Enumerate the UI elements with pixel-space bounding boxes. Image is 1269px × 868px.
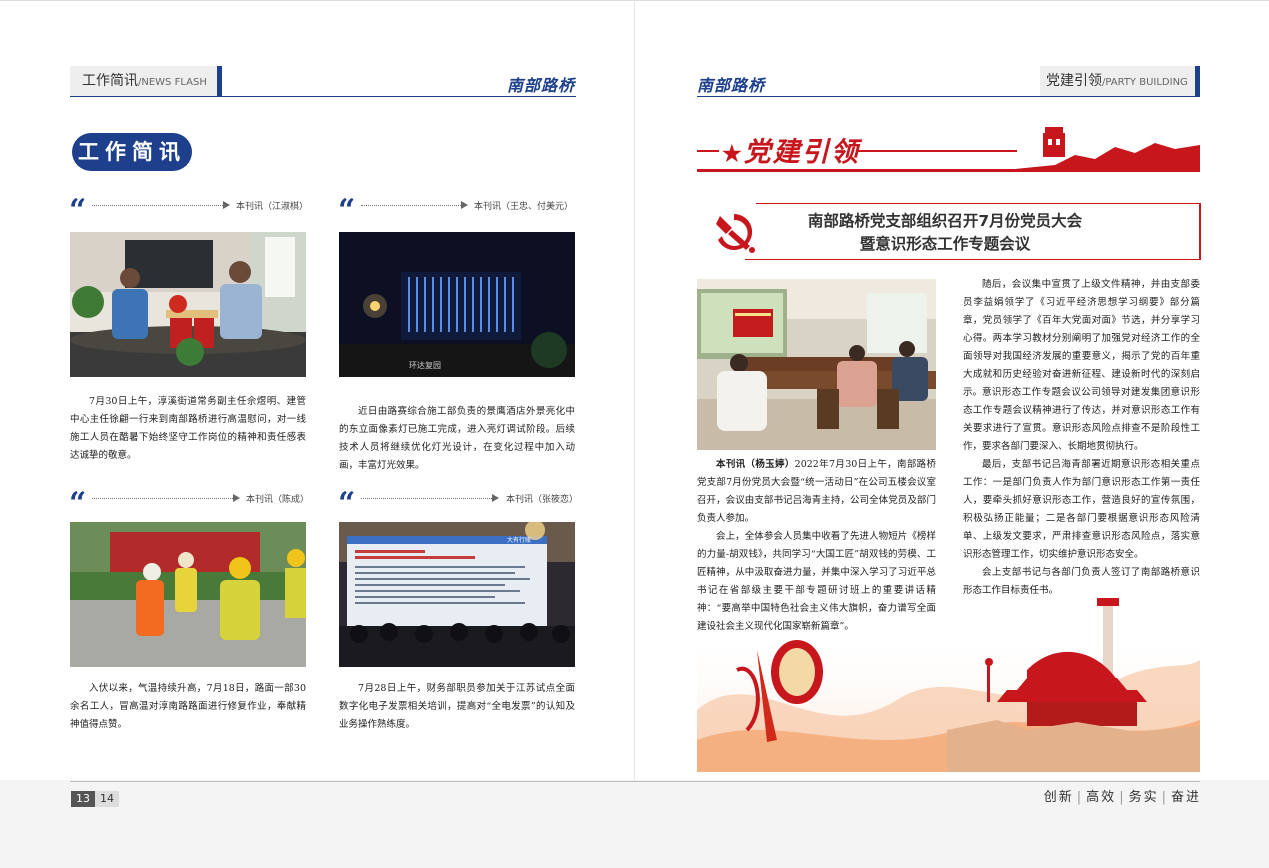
byline-arrow-icon — [461, 201, 468, 209]
news-text: 7月28日上午，财务部职员参加关于江苏试点全面数字化电子发票相关培训，提高对“全… — [339, 683, 575, 730]
slogan-word: 务实 — [1128, 790, 1159, 805]
news-byline: 本刊讯（陈成） — [246, 495, 310, 505]
headline-frame-bottom — [745, 259, 1200, 260]
party-banner-title: ★党建引领 — [722, 130, 860, 169]
page-number-right: 14 — [95, 791, 119, 807]
banner-underline — [697, 169, 1200, 172]
slogan-separator: | — [1119, 790, 1126, 805]
quote-mark-icon: “ — [338, 486, 356, 521]
article-paragraph: 本刊讯（杨玉婷）2022年7月30日上午，南部路桥党支部7月份党员大会暨“统一活… — [697, 456, 936, 528]
banner-line-left — [697, 150, 719, 152]
right-header-tab-cn: 党建引领 — [1046, 73, 1102, 89]
banner-line-right — [857, 150, 1017, 152]
party-emblem-icon — [712, 210, 756, 254]
party-decoration-illustration — [697, 590, 1200, 772]
slogan-word: 创新 — [1043, 790, 1074, 805]
right-header-tab: 党建引领/PARTY BUILDING — [1040, 66, 1200, 96]
news-photo-road-workers — [70, 522, 306, 667]
news-photo-lighting: 环达复园 — [339, 232, 575, 377]
great-wall-icon — [1015, 125, 1200, 171]
page-number-left: 13 — [71, 791, 95, 807]
byline-dotted-rule — [361, 205, 461, 206]
slogan-separator: | — [1076, 790, 1084, 805]
news-text: 入伏以来，气温持续升高，7月18日，路面一部30余名工人，冒高温对淳南路路面进行… — [70, 683, 306, 730]
photo-building-sign: 环达复园 — [409, 361, 441, 370]
star-icon: ★ — [722, 141, 744, 167]
screen-brand-text: 大有行账 — [507, 537, 532, 544]
slogan-word: 高效 — [1086, 790, 1117, 805]
footer-slogan: 创新 | 高效 | 务实 | 奋进 — [1044, 786, 1201, 805]
byline-arrow-icon — [492, 494, 499, 502]
left-header-rule — [70, 96, 576, 97]
byline-dotted-rule — [361, 498, 492, 499]
article-paragraph: 意识形态工作专题会议公司领导对建发集团意识形态工作专题会议精神进行了传达，并对意… — [963, 387, 1200, 452]
byline-arrow-icon — [223, 201, 230, 209]
right-header-brand: 南部路桥 — [697, 76, 766, 95]
quote-mark-icon: “ — [69, 486, 87, 521]
left-header-tab: 工作简讯/NEWS FLASH — [70, 66, 222, 96]
slogan-word: 奋进 — [1170, 790, 1201, 805]
headline-frame-right — [1199, 203, 1201, 260]
left-header-tab-bar — [217, 66, 222, 96]
article-headline-line2: 暨意识形态工作专题会议 — [859, 235, 1031, 253]
footer-rule — [70, 781, 1200, 782]
news-photo-training: 大有行账 — [339, 522, 575, 667]
byline-dotted-rule — [92, 498, 233, 499]
news-text: 近日由路赛综合施工部负责的景鹰酒店外景亮化中的东立面像素灯已施工完成，进入亮灯调… — [339, 406, 575, 471]
quote-mark-icon: “ — [69, 193, 87, 228]
page-spine — [634, 0, 635, 868]
news-byline: 本刊讯（张筱恋） — [506, 495, 579, 505]
article-paragraph: 最后，支部书记吕海青部署近期意识形态相关重点工作：一是部门负责人作为部门意识形态… — [963, 459, 1200, 560]
news-byline: 本刊讯（江淑棋） — [236, 202, 309, 212]
byline-arrow-icon — [233, 494, 240, 502]
news-photo-meeting — [70, 232, 306, 377]
headline-frame-top — [756, 203, 1200, 204]
right-header-rule — [697, 96, 1200, 97]
article-photo-meeting — [697, 279, 936, 450]
left-header-brand: 南部路桥 — [507, 76, 576, 95]
article-headline-line1: 南部路桥党支部组织召开7月份党员大会 — [807, 212, 1083, 230]
news-text: 7月30日上午，淳溪街道常务副主任佘煜明、建管中心主任徐翩一行来到南部路桥进行高… — [70, 396, 306, 461]
slogan-separator: | — [1161, 790, 1168, 805]
left-header-tab-cn: 工作简讯 — [82, 73, 138, 89]
news-byline: 本刊讯（王忠、付美元） — [474, 202, 574, 212]
section-title-pill: 工作简讯 — [72, 133, 192, 171]
party-banner-title-text: 党建引领 — [743, 137, 860, 168]
right-header-tab-bar — [1195, 66, 1200, 96]
byline-dotted-rule — [92, 205, 223, 206]
article-lead-label: 本刊讯（杨玉婷） — [716, 459, 795, 470]
left-header-tab-en: NEWS FLASH — [141, 77, 207, 88]
right-header-tab-en: PARTY BUILDING — [1105, 77, 1188, 88]
quote-mark-icon: “ — [338, 193, 356, 228]
